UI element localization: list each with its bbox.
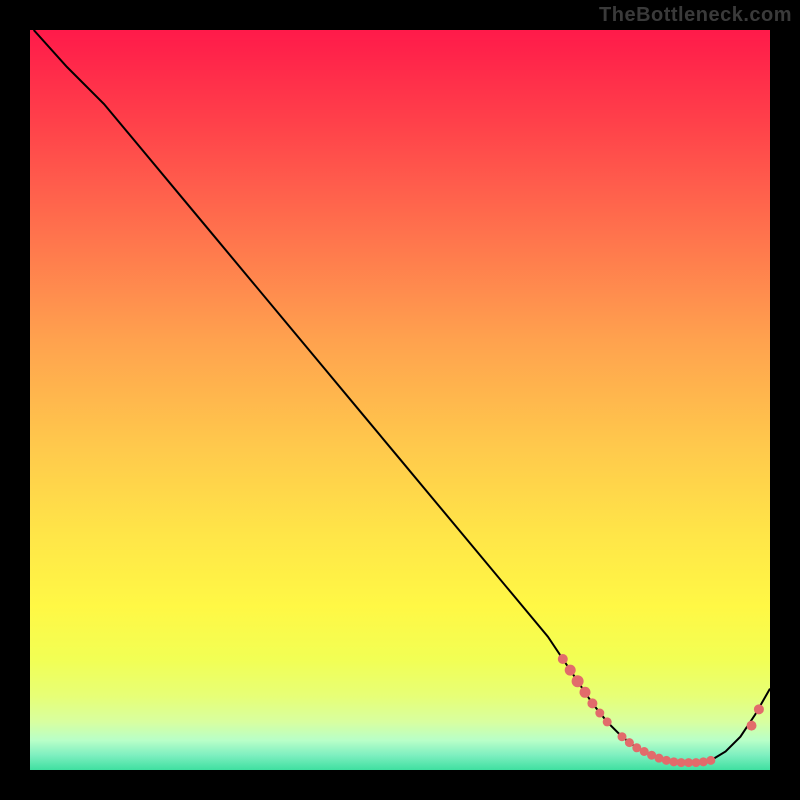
score-marker [603, 717, 612, 726]
score-marker [558, 654, 568, 664]
score-marker [625, 738, 634, 747]
score-marker [580, 687, 591, 698]
score-marker [706, 756, 715, 765]
score-marker [747, 721, 757, 731]
chart-container: TheBottleneck.com [0, 0, 800, 800]
plot-area [30, 30, 770, 770]
bottleneck-curve-svg [30, 30, 770, 770]
score-marker [587, 698, 597, 708]
score-marker [618, 732, 627, 741]
score-marker [565, 665, 576, 676]
score-markers [558, 654, 764, 767]
score-marker [662, 756, 671, 765]
score-marker [572, 675, 584, 687]
bottleneck-curve [34, 30, 770, 763]
score-marker [754, 704, 764, 714]
score-marker [595, 709, 604, 718]
watermark-text: TheBottleneck.com [599, 4, 792, 27]
score-marker [699, 757, 708, 766]
